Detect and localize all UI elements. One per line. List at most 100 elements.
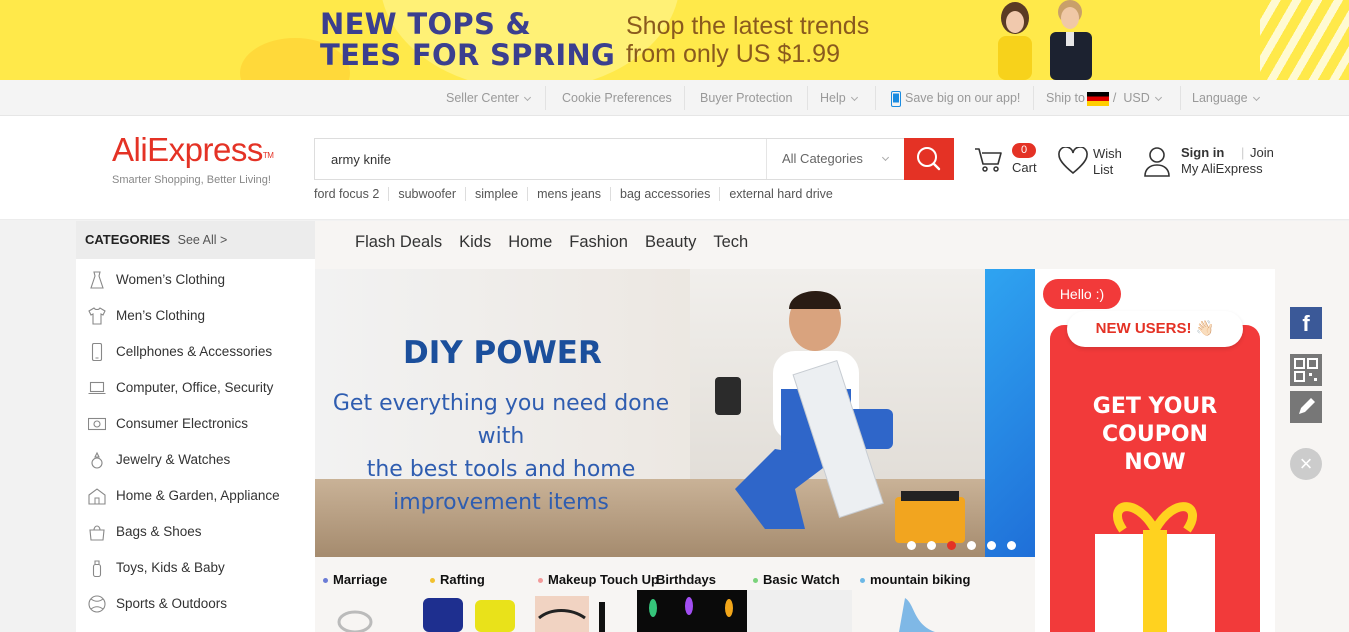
promo-decor-stripes: [1260, 0, 1349, 80]
category-title: CATEGORIES: [85, 232, 170, 247]
germany-flag-icon: [1086, 91, 1109, 106]
gift-box-icon: [1095, 502, 1215, 632]
carousel-dot[interactable]: [947, 541, 956, 550]
category-item-bags-shoes[interactable]: Bags & Shoes: [76, 511, 315, 547]
ball-icon: [88, 595, 106, 613]
nav-divider: [545, 86, 546, 110]
category-dropdown[interactable]: All Categories: [766, 139, 904, 179]
cart-icon: [975, 148, 1002, 172]
language-selector[interactable]: Language: [1192, 80, 1260, 116]
search-input[interactable]: [315, 139, 765, 179]
wish-list-label-line1: Wish: [1093, 146, 1122, 161]
help-label: Help: [820, 91, 846, 105]
tab-kids[interactable]: Kids: [459, 233, 491, 251]
category-label: Home & Garden, Appliance: [116, 488, 280, 503]
category-label: Sports & Outdoors: [116, 596, 228, 611]
tab-tech[interactable]: Tech: [713, 233, 748, 251]
join-link[interactable]: Join: [1250, 145, 1274, 161]
hot-word-link[interactable]: simplee: [466, 187, 529, 201]
hot-word-link[interactable]: mens jeans: [528, 187, 612, 201]
hero-worker-image: [715, 290, 965, 543]
heart-icon: [1058, 147, 1088, 175]
qr-code-button[interactable]: [1290, 354, 1322, 386]
category-item-toys-kids[interactable]: Toys, Kids & Baby: [76, 547, 315, 583]
ship-to-label: Ship to: [1046, 91, 1085, 105]
ship-to-selector[interactable]: Ship to / USD: [1046, 80, 1162, 116]
category-item-consumer-electronics[interactable]: Consumer Electronics: [76, 403, 315, 439]
category-item-computer[interactable]: Computer, Office, Security: [76, 367, 315, 403]
hero-title: DIY POWER: [403, 335, 602, 371]
category-dropdown-label: All Categories: [782, 151, 863, 166]
tab-beauty[interactable]: Beauty: [645, 233, 696, 251]
search-bar: All Categories: [314, 138, 954, 180]
buyer-protection-link[interactable]: Buyer Protection: [700, 80, 792, 116]
theme-tag-watch[interactable]: Basic Watch: [753, 572, 840, 587]
coupon-headline-line1: GET YOUR: [1092, 394, 1218, 419]
feedback-button[interactable]: [1290, 391, 1322, 423]
carousel-dots: [907, 537, 1027, 555]
hero-subtitle-line1: Get everything you need done with: [332, 391, 670, 449]
app-promo-link[interactable]: Save big on our app!: [891, 80, 1020, 116]
ring-icon: [91, 451, 103, 469]
close-icon[interactable]: ×: [1290, 448, 1322, 480]
cart-label: Cart: [1012, 160, 1037, 175]
nav-divider: [875, 86, 876, 110]
aliexpress-logo[interactable]: AliExpressTM: [112, 130, 274, 170]
promo-title: NEW TOPS & TEES FOR SPRING: [320, 9, 615, 71]
tab-flash-deals[interactable]: Flash Deals: [355, 233, 442, 251]
hot-word-link[interactable]: ford focus 2: [314, 187, 390, 201]
category-item-home-garden[interactable]: Home & Garden, Appliance: [76, 475, 315, 511]
carousel-dot[interactable]: [927, 541, 936, 550]
category-item-womens-clothing[interactable]: Women’s Clothing: [76, 259, 315, 295]
currency-label: USD: [1123, 91, 1150, 105]
category-label: Cellphones & Accessories: [116, 344, 273, 359]
category-item-sports[interactable]: Sports & Outdoors: [76, 583, 315, 619]
facebook-share-button[interactable]: f: [1290, 307, 1322, 339]
nav-divider: [1180, 86, 1181, 110]
category-label: Computer, Office, Security: [116, 380, 274, 395]
my-aliexpress-link[interactable]: My AliExpress: [1181, 161, 1263, 177]
language-label: Language: [1192, 91, 1248, 105]
theme-tag-marriage[interactable]: Marriage: [322, 572, 387, 587]
seller-center-link[interactable]: Seller Center: [446, 80, 531, 116]
sign-in-link[interactable]: Sign in: [1181, 145, 1224, 161]
channel-tabs: Flash Deals Kids Home Fashion Beauty Tech: [355, 233, 765, 252]
carousel-dot[interactable]: [907, 541, 916, 550]
category-item-jewelry[interactable]: Jewelry & Watches: [76, 439, 315, 475]
theme-tag-birthdays[interactable]: Birthdays: [656, 572, 716, 587]
qr-code-icon: [1294, 358, 1318, 382]
promo-banner[interactable]: NEW TOPS & TEES FOR SPRING Shop the late…: [0, 0, 1349, 80]
tab-fashion[interactable]: Fashion: [569, 233, 628, 251]
new-user-coupon-panel[interactable]: Hello :) NEW USERS! 👋🏻 GET YOUR COUPON N…: [1035, 269, 1275, 632]
promo-title-line1: NEW TOPS &: [320, 7, 532, 41]
category-label: Consumer Electronics: [116, 416, 249, 431]
search-button[interactable]: [904, 138, 954, 180]
tab-home[interactable]: Home: [508, 233, 552, 251]
carousel-dot[interactable]: [967, 541, 976, 550]
bag-icon: [89, 525, 105, 541]
theme-tag-biking[interactable]: mountain biking: [859, 572, 970, 587]
wish-list-label-line2: List: [1093, 162, 1114, 177]
life-vest-thumbnail: [423, 598, 515, 632]
coupon-headline-line3: NOW: [1124, 450, 1186, 475]
nav-divider: [807, 86, 808, 110]
see-all-link[interactable]: See All >: [178, 233, 228, 247]
carousel-dot[interactable]: [987, 541, 996, 550]
help-menu[interactable]: Help: [820, 80, 858, 116]
chevron-down-icon: [1154, 93, 1162, 102]
theme-tag-rafting[interactable]: Rafting: [430, 572, 485, 587]
category-item-cellphones[interactable]: Cellphones & Accessories: [76, 331, 315, 367]
hot-word-link[interactable]: external hard drive: [720, 187, 842, 201]
category-item-mens-clothing[interactable]: Men’s Clothing: [76, 295, 315, 331]
hero-carousel[interactable]: DIY POWER Get everything you need done w…: [315, 269, 1035, 557]
hot-word-link[interactable]: bag accessories: [611, 187, 721, 201]
hot-word-link[interactable]: subwoofer: [389, 187, 467, 201]
carousel-dot[interactable]: [1007, 541, 1016, 550]
theme-tag-makeup[interactable]: Makeup Touch Up: [538, 572, 659, 587]
nav-divider: [684, 86, 685, 110]
cookie-preferences-link[interactable]: Cookie Preferences: [562, 80, 672, 116]
category-label: Women’s Clothing: [116, 272, 226, 287]
home-icon: [88, 488, 106, 505]
camera-icon: [88, 417, 106, 431]
promo-subtitle-line2: from only US $1.99: [626, 40, 840, 68]
